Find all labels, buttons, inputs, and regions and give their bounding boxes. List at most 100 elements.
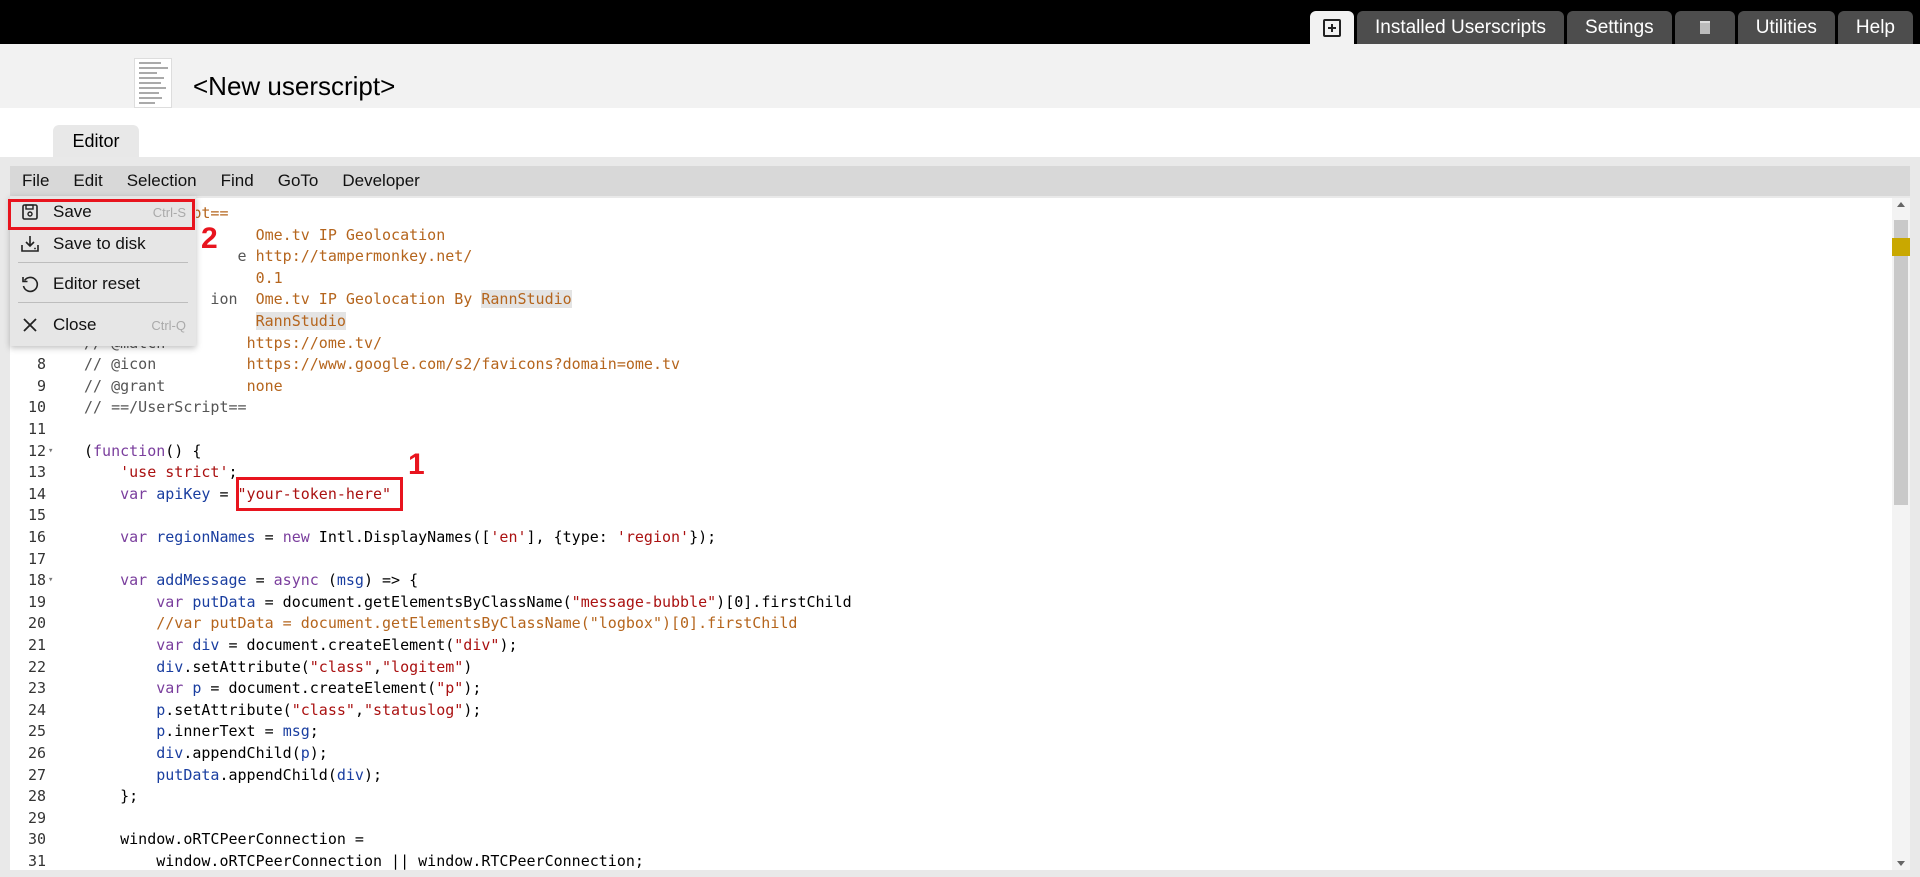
line-number: 8: [36, 355, 46, 374]
code-line[interactable]: // @match https://ome.tv/: [10, 333, 1890, 355]
line-number: 15: [27, 506, 46, 525]
annotation-number-1: 1: [408, 448, 425, 481]
menu-item-shortcut: Ctrl-Q: [151, 317, 186, 333]
code-line[interactable]: 9 // @grant none: [10, 376, 1890, 398]
top-bar: Installed Userscripts Settings Utilities…: [0, 0, 1920, 44]
menu-selection[interactable]: Selection: [115, 166, 209, 196]
annotation-box-save: [8, 199, 195, 230]
code-line[interactable]: RannStudio: [10, 311, 1890, 333]
scroll-down-arrow-icon[interactable]: [1897, 861, 1905, 866]
line-number: 13: [27, 463, 46, 482]
code-line[interactable]: ipt==: [10, 203, 1890, 225]
line-number: 14: [27, 484, 46, 503]
menu-item-label: Editor reset: [53, 274, 140, 293]
code-line[interactable]: 18 ▾ var addMessage = async (msg) => {: [10, 570, 1890, 592]
code-line[interactable]: 17: [10, 549, 1890, 571]
annotation-box-token: [236, 477, 403, 511]
code-text: var div = document.createElement("div");: [156, 636, 518, 654]
menu-item-close[interactable]: Close Ctrl-Q: [10, 311, 196, 339]
menu-file[interactable]: File: [10, 166, 61, 196]
code-text: var p = document.createElement("p");: [156, 679, 482, 698]
code-line[interactable]: 29: [10, 808, 1890, 830]
code-text: //var putData = document.getElementsByCl…: [84, 614, 798, 633]
code-text: window.oRTCPeerConnection || window.RTCP…: [84, 852, 644, 870]
line-number: 10: [27, 398, 46, 417]
code-line[interactable]: 22 div.setAttribute("class","logitem"): [10, 657, 1890, 679]
code-line[interactable]: 11: [10, 419, 1890, 441]
line-number: 18: [27, 571, 46, 590]
tab-trash[interactable]: [1674, 11, 1735, 44]
code-line[interactable]: 21 var div = document.createElement("div…: [10, 635, 1890, 657]
fold-toggle-icon[interactable]: ▾: [48, 570, 58, 592]
code-line[interactable]: 27 putData.appendChild(div);: [10, 765, 1890, 787]
code-line[interactable]: e http://tampermonkey.net/: [10, 246, 1890, 268]
line-number: 17: [27, 549, 46, 568]
tab-editor[interactable]: Editor: [53, 125, 139, 157]
code-text: var addMessage = async (msg) => {: [120, 571, 419, 590]
code-text: };: [84, 787, 139, 806]
tab-help[interactable]: Help: [1837, 11, 1913, 44]
code-text: var putData = document.getElementsByClas…: [156, 592, 852, 611]
line-number: 28: [27, 787, 46, 806]
script-thumbnail: [134, 58, 172, 108]
code-line[interactable]: 23 var p = document.createElement("p");: [10, 678, 1890, 700]
menu-goto[interactable]: GoTo: [266, 166, 331, 196]
code-line[interactable]: 20 //var putData = document.getElementsB…: [10, 613, 1890, 635]
line-number: 11: [27, 420, 46, 438]
tab-settings[interactable]: Settings: [1567, 11, 1672, 44]
code-text: 'use strict';: [120, 463, 238, 482]
annotation-number-2: 2: [201, 222, 218, 255]
code-line[interactable]: 25 p.innerText = msg;: [10, 721, 1890, 743]
code-text: var regionNames = new Intl.DisplayNames(…: [120, 528, 717, 546]
code-text: // @icon https://www.google.com/s2/favic…: [84, 355, 681, 374]
code-line[interactable]: 30 window.oRTCPeerConnection =: [10, 829, 1890, 851]
code-line[interactable]: Ome.tv IP Geolocation: [10, 225, 1890, 247]
code-line[interactable]: 8 // @icon https://www.google.com/s2/favi…: [10, 354, 1890, 376]
code-line[interactable]: 24 p.setAttribute("class","statuslog");: [10, 700, 1890, 722]
code-line[interactable]: 19 var putData = document.getElementsByC…: [10, 592, 1890, 614]
tab-new-script[interactable]: [1309, 11, 1354, 44]
code-line[interactable]: ion Ome.tv IP Geolocation By RannStudio: [10, 289, 1890, 311]
menu-item-save-to-disk[interactable]: Save to disk: [10, 230, 196, 258]
scroll-up-arrow-icon[interactable]: [1897, 202, 1905, 207]
code-text: div.setAttribute("class","logitem"): [156, 657, 473, 676]
line-number: 31: [27, 852, 46, 870]
code-line[interactable]: 26 div.appendChild(p);: [10, 743, 1890, 765]
plus-square-icon: [1322, 18, 1341, 37]
line-number: 9: [36, 376, 46, 395]
editor-scrollbar[interactable]: [1892, 198, 1910, 870]
code-text: window.oRTCPeerConnection =: [84, 830, 364, 849]
tab-utilities[interactable]: Utilities: [1737, 11, 1835, 44]
menu-item-label: Close: [53, 315, 97, 334]
code-text: (function() {: [84, 441, 202, 460]
menu-separator: [18, 302, 188, 303]
line-number: 22: [27, 657, 46, 676]
code-line[interactable]: 28 };: [10, 786, 1890, 808]
menu-separator: [18, 262, 188, 263]
line-number: 12: [27, 441, 46, 460]
menu-developer[interactable]: Developer: [330, 166, 432, 196]
line-number: 26: [27, 744, 46, 762]
close-icon: [23, 318, 37, 332]
main-tabs: Installed Userscripts Settings Utilities…: [1309, 11, 1913, 44]
code-line[interactable]: 16 var regionNames = new Intl.DisplayNam…: [10, 527, 1890, 549]
code-text: p.innerText = msg;: [156, 722, 319, 741]
scroll-search-marker: [1892, 238, 1910, 256]
code-editor[interactable]: ipt== Ome.tv IP Geolocation e http://tam…: [10, 198, 1892, 870]
line-number: 23: [27, 679, 46, 698]
code-line[interactable]: 10 // ==/UserScript==: [10, 397, 1890, 419]
fold-toggle-icon[interactable]: ▾: [48, 441, 58, 463]
editor-menubar: File Edit Selection Find GoTo Developer: [10, 166, 1910, 196]
header-divider: [0, 108, 1920, 158]
menu-edit[interactable]: Edit: [61, 166, 114, 196]
code-line[interactable]: 0.1: [10, 268, 1890, 290]
code-line[interactable]: 12 ▾ (function() {: [10, 441, 1890, 463]
scroll-thumb[interactable]: [1894, 220, 1908, 505]
line-number: 16: [27, 528, 46, 546]
menu-find[interactable]: Find: [209, 166, 266, 196]
menu-item-editor-reset[interactable]: Editor reset: [10, 270, 196, 298]
tab-installed-userscripts[interactable]: Installed Userscripts: [1356, 11, 1565, 44]
code-line[interactable]: 31 window.oRTCPeerConnection || window.R…: [10, 851, 1890, 870]
line-number: 27: [27, 765, 46, 784]
code-text: p.setAttribute("class","statuslog");: [156, 700, 482, 719]
